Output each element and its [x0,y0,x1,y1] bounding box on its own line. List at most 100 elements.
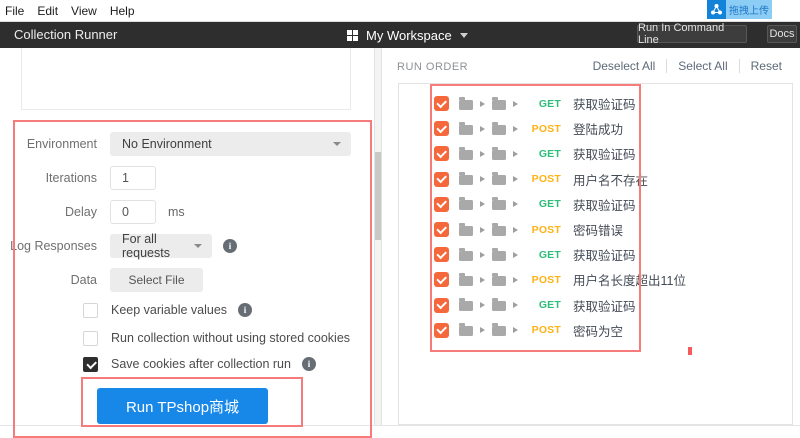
reset-link[interactable]: Reset [738,59,793,73]
menu-view[interactable]: View [71,4,97,18]
keep-variable-values-checkbox[interactable] [83,302,98,318]
chevron-right-icon [513,176,518,183]
request-checkbox[interactable] [434,171,449,187]
delay-input[interactable] [110,200,156,224]
drag-upload-label: 拖拽上传 [726,0,772,19]
annotation-red-dash [688,347,692,355]
request-checkbox[interactable] [434,196,449,212]
request-checkbox[interactable] [434,272,449,288]
delay-unit: ms [168,205,185,219]
chevron-right-icon [480,302,485,309]
folder-icon [492,121,506,135]
menu-help[interactable]: Help [110,4,135,18]
folder-icon [459,222,473,236]
method-label: GET [538,97,561,110]
chevron-right-icon [513,150,518,157]
run-order-row[interactable]: GET 获取验证码 [399,91,792,116]
folder-icon [492,172,506,186]
run-order-row[interactable]: GET 获取验证码 [399,293,792,318]
request-checkbox[interactable] [434,121,449,137]
no-stored-cookies-checkbox[interactable] [83,330,98,346]
iterations-label: Iterations [45,171,97,185]
run-order-row[interactable]: GET 获取验证码 [399,242,792,267]
run-collection-button[interactable]: Run TPshop商城 [97,388,268,424]
drag-upload-badge[interactable]: 拖拽上传 [707,0,772,19]
workspace-grid-icon [347,29,358,41]
request-checkbox[interactable] [434,146,449,162]
chevron-right-icon [513,201,518,208]
run-order-list: GET 获取验证码 POST 登陆成功 GET 获取验证码 POST 用户名不存… [398,83,793,425]
save-cookies-checkbox[interactable] [83,356,98,372]
data-label: Data [70,273,97,287]
folder-icon [459,272,473,286]
app-menubar: File Edit View Help [0,0,800,22]
info-icon[interactable] [238,303,253,317]
menu-file[interactable]: File [5,4,24,18]
chevron-right-icon [480,226,485,233]
folder-icon [459,96,473,110]
request-checkbox[interactable] [434,322,449,338]
workspace-name: My Workspace [366,27,452,43]
method-label: POST [531,173,561,186]
chevron-right-icon [513,125,518,132]
request-name: 获取验证码 [573,299,636,314]
folder-icon [492,323,506,337]
method-label: POST [531,223,561,236]
folder-icon [492,298,506,312]
select-file-button[interactable]: Select File [110,268,203,292]
log-responses-label: Log Responses [10,239,97,253]
chevron-down-icon [333,142,341,146]
chevron-right-icon [480,276,485,283]
folder-icon [492,247,506,261]
left-scrollbar-thumb[interactable] [375,152,381,240]
request-name: 获取验证码 [573,198,636,213]
method-label: GET [538,299,561,312]
run-order-row[interactable]: POST 用户名不存在 [399,167,792,192]
request-name: 获取验证码 [573,148,636,163]
folder-icon [459,121,473,135]
chevron-right-icon [513,100,518,107]
request-checkbox[interactable] [434,247,449,263]
save-cookies-label: Save cookies after collection run [111,357,291,371]
request-name: 密码为空 [573,324,624,339]
run-order-row[interactable]: POST 登陆成功 [399,116,792,141]
info-icon[interactable] [223,239,237,253]
request-name: 获取验证码 [573,98,636,113]
chevron-right-icon [513,251,518,258]
request-checkbox[interactable] [434,222,449,238]
window-bottom-border [0,425,800,426]
docs-button[interactable]: Docs [767,25,797,43]
iterations-input[interactable] [110,166,156,190]
request-checkbox[interactable] [434,96,449,112]
folder-icon [459,172,473,186]
menu-edit[interactable]: Edit [37,4,58,18]
request-name: 用户名不存在 [573,173,649,188]
run-in-command-line-button[interactable]: Run In Command Line [637,22,747,46]
chevron-right-icon [480,327,485,334]
chevron-right-icon [513,276,518,283]
delay-label: Delay [65,205,97,219]
chevron-right-icon [513,302,518,309]
request-checkbox[interactable] [434,297,449,313]
run-order-row[interactable]: POST 密码错误 [399,217,792,242]
run-order-row[interactable]: POST 密码为空 [399,318,792,343]
run-order-row[interactable]: GET 获取验证码 [399,141,792,166]
request-name: 密码错误 [573,224,624,239]
folder-icon [459,323,473,337]
info-icon[interactable] [301,357,316,371]
run-order-actions: Deselect All Select All Reset [582,59,793,73]
run-order-row[interactable]: POST 用户名长度超出11位 [399,267,792,292]
run-order-row[interactable]: GET 获取验证码 [399,192,792,217]
chevron-right-icon [480,100,485,107]
deselect-all-link[interactable]: Deselect All [582,59,667,73]
workspace-selector[interactable]: My Workspace [347,22,468,48]
method-label: GET [538,248,561,261]
no-stored-cookies-label: Run collection without using stored cook… [111,331,351,345]
folder-icon [492,272,506,286]
folder-icon [492,146,506,160]
log-responses-value: For all requests [122,232,170,260]
method-label: GET [538,198,561,211]
select-all-link[interactable]: Select All [666,59,738,73]
log-responses-dropdown[interactable]: For all requests [110,232,212,260]
environment-dropdown[interactable]: No Environment [110,132,351,156]
